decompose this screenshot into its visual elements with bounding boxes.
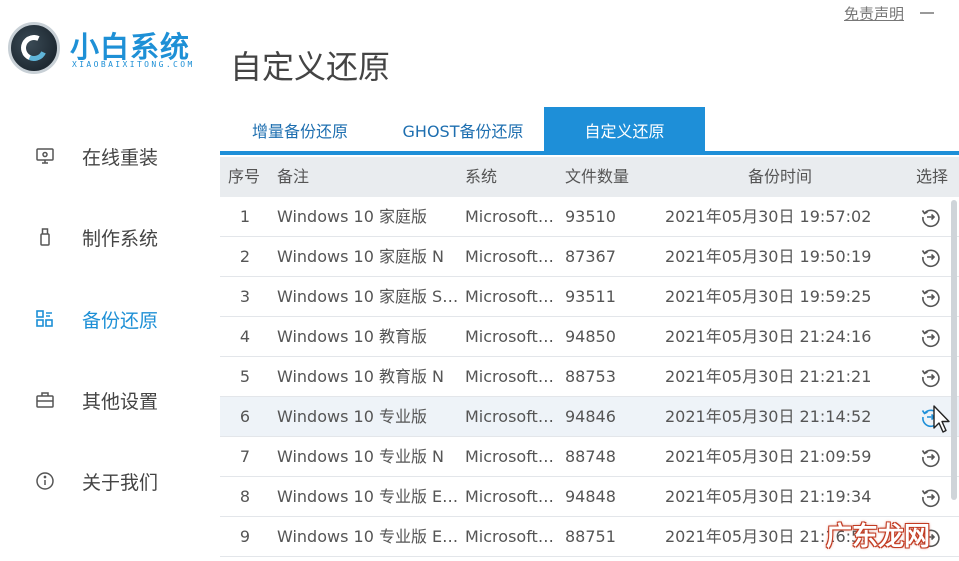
row-system: Microsoft… [465,527,554,546]
sidebar-item-label: 在线重装 [82,146,159,169]
tab-bar: 增量备份还原 GHOST备份还原 自定义还原 [220,107,959,152]
row-file-count: 88748 [565,447,616,466]
row-backup-time: 2021年05月30日 19:50:19 [665,247,872,266]
row-system: Microsoft… [465,407,554,426]
row-file-count: 93510 [565,207,616,226]
disclaimer-link[interactable]: 免责声明 [844,3,904,24]
table-scrollbar[interactable] [951,200,957,500]
header-select: 选择 [916,167,949,186]
tab-custom-restore[interactable]: 自定义还原 [544,107,705,152]
tab-incremental-backup[interactable]: 增量备份还原 [220,107,380,152]
logo-icon [8,22,60,74]
usb-icon [34,226,56,248]
row-index: 1 [239,207,251,226]
table-row[interactable]: 2 Windows 10 家庭版 N Microsoft… 87367 2021年05月… [220,237,959,277]
sidebar-item-label: 关于我们 [82,471,159,494]
row-system: Microsoft… [465,247,554,266]
row-note: Windows 10 家庭版 S… [277,287,457,306]
row-note: Windows 10 专业版 [277,407,427,426]
sidebar-item-label: 制作系统 [82,227,159,250]
row-backup-time: 2021年05月30日 21:09:59 [665,447,872,466]
row-system: Microsoft… [465,287,554,306]
restore-select-icon[interactable] [916,277,946,317]
table-row[interactable]: 8 Windows 10 专业版 E… Microsoft… 94848 2021年05… [220,477,959,517]
sidebar-item-label: 备份还原 [82,309,159,332]
sidebar-item-make-system[interactable]: 制作系统 [0,217,210,257]
restore-select-icon[interactable] [916,357,946,397]
row-index: 8 [239,487,251,506]
sidebar-item-other-settings[interactable]: 其他设置 [0,380,210,420]
row-note: Windows 10 专业版 N [277,447,445,466]
row-index: 6 [239,407,251,426]
row-index: 2 [239,247,251,266]
row-backup-time: 2021年05月30日 21:19:34 [665,487,872,506]
table-header: 序号 备注 系统 文件数量 备份时间 选择 [220,157,959,197]
logo-domain: XIAOBAIXITONG.COM [72,60,195,69]
table-row[interactable]: 7 Windows 10 专业版 N Microsoft… 88748 2021年05月… [220,437,959,477]
restore-select-icon[interactable] [916,437,946,477]
restore-select-icon[interactable] [916,197,946,237]
restore-select-icon[interactable] [916,317,946,357]
backup-icon [34,308,56,330]
row-note: Windows 10 教育版 [277,327,427,346]
header-note: 备注 [277,167,310,186]
row-file-count: 94850 [565,327,616,346]
sidebar-item-about-us[interactable]: 关于我们 [0,461,210,501]
sidebar-item-online-reinstall[interactable]: 在线重装 [0,136,210,176]
header-time: 备份时间 [748,167,813,186]
tab-underline [220,151,959,155]
row-system: Microsoft… [465,327,554,346]
row-index: 3 [239,287,251,306]
mouse-cursor-icon [933,405,950,433]
row-backup-time: 2021年05月30日 21:14:52 [665,407,872,426]
row-file-count: 93511 [565,287,616,306]
row-index: 7 [239,447,251,466]
row-backup-time: 2021年05月30日 21:24:16 [665,327,872,346]
table-row[interactable]: 4 Windows 10 教育版 Microsoft… 94850 2021年05月30… [220,317,959,357]
restore-select-icon[interactable] [916,237,946,277]
header-system: 系统 [465,167,498,186]
row-backup-time: 2021年05月30日 19:57:02 [665,207,872,226]
table-row[interactable]: 3 Windows 10 家庭版 S… Microsoft… 93511 2021年05… [220,277,959,317]
monitor-icon [34,145,56,167]
sidebar-item-label: 其他设置 [82,390,159,413]
row-backup-time: 2021年05月30日 21:21:21 [665,367,872,386]
page-title: 自定义还原 [230,48,391,86]
table-row[interactable]: 5 Windows 10 教育版 N Microsoft… 88753 2021年05月… [220,357,959,397]
row-file-count: 87367 [565,247,616,266]
header-idx: 序号 [228,167,261,186]
row-file-count: 94848 [565,487,616,506]
row-index: 5 [239,367,251,386]
row-index: 4 [239,327,251,346]
info-icon [34,470,56,492]
row-system: Microsoft… [465,447,554,466]
row-note: Windows 10 教育版 N [277,367,445,386]
row-file-count: 88753 [565,367,616,386]
header-count: 文件数量 [565,167,630,186]
app-logo: 小白系统 XIAOBAIXITONG.COM [6,20,206,80]
tab-ghost-backup[interactable]: GHOST备份还原 [383,107,543,152]
row-note: Windows 10 家庭版 N [277,247,445,266]
row-system: Microsoft… [465,367,554,386]
row-system: Microsoft… [465,487,554,506]
sidebar-item-backup-restore[interactable]: 备份还原 [0,299,210,339]
row-index: 9 [239,527,251,546]
row-system: Microsoft… [465,207,554,226]
row-file-count: 88751 [565,527,616,546]
minimize-button[interactable] [920,12,934,14]
watermark-logo: 广东龙网 [826,522,931,552]
row-note: Windows 10 专业版 E… [277,487,457,506]
row-backup-time: 2021年05月30日 19:59:25 [665,287,872,306]
row-note: Windows 10 专业版 E… [277,527,457,546]
row-file-count: 94846 [565,407,616,426]
row-note: Windows 10 家庭版 [277,207,427,226]
table-row[interactable]: 1 Windows 10 家庭版 Microsoft… 93510 2021年05月30… [220,197,959,237]
briefcase-icon [34,389,56,411]
restore-select-icon[interactable] [916,477,946,517]
table-row[interactable]: 6 Windows 10 专业版 Microsoft… 94846 2021年05月30… [220,397,959,437]
